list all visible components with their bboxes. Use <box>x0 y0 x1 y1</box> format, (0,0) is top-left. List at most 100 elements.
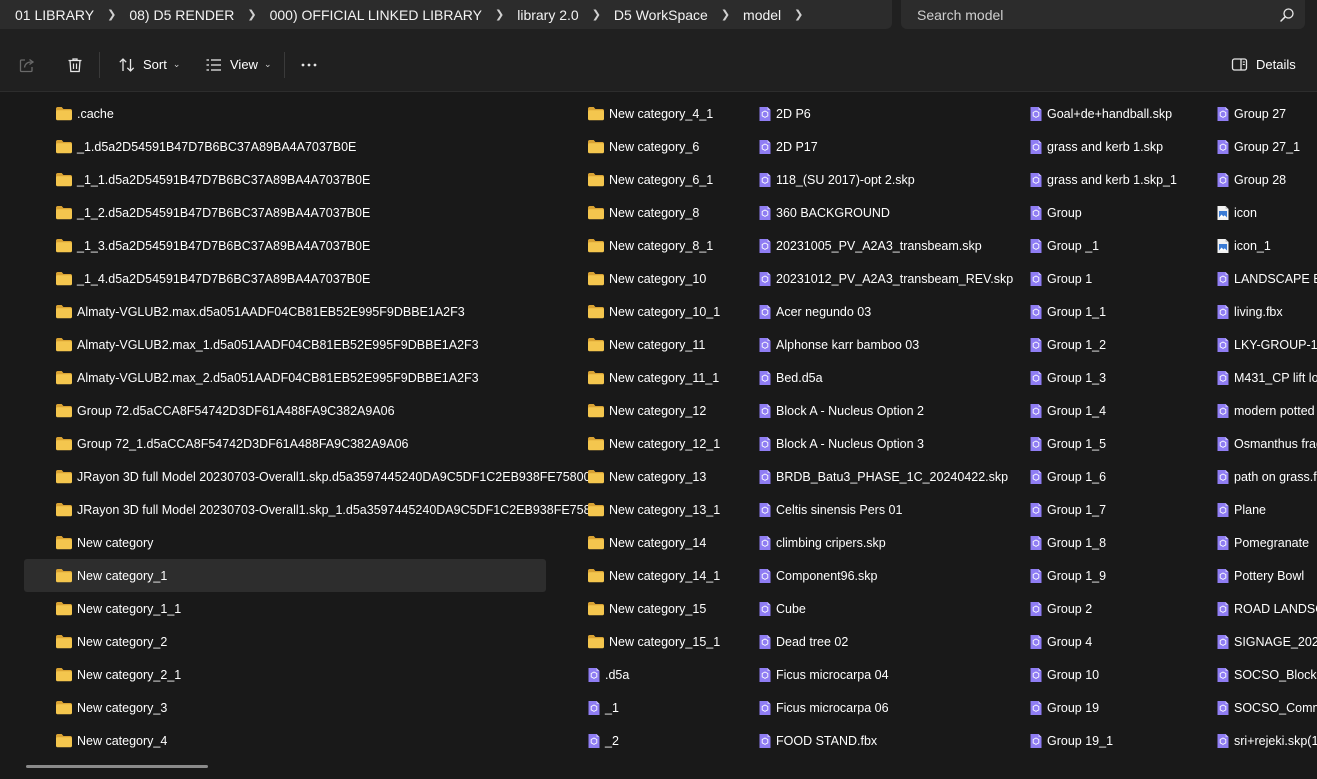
folder-item[interactable]: New category_4 <box>24 724 546 757</box>
file-item[interactable]: FOOD STAND.fbx <box>728 724 993 757</box>
file-item[interactable]: 20231005_PV_A2A3_transbeam.skp <box>728 229 993 262</box>
file-item[interactable]: Goal+de+handball.skp <box>999 97 1179 130</box>
chevron-right-icon[interactable]: ❯ <box>103 8 120 21</box>
folder-item[interactable]: Almaty-VGLUB2.max_1.d5a051AADF04CB81EB52… <box>24 328 546 361</box>
folder-item[interactable]: New category_1 <box>24 559 546 592</box>
breadcrumb-item-d5-workspace[interactable]: D5 WorkSpace <box>605 7 717 23</box>
file-item[interactable]: Ficus microcarpa 04 <box>728 658 993 691</box>
folder-item[interactable]: New category_14 <box>557 526 722 559</box>
file-item[interactable]: Group 1_2 <box>999 328 1179 361</box>
folder-item[interactable]: _1_4.d5a2D54591B47D7B6BC37A89BA4A7037B0E <box>24 262 546 295</box>
folder-item[interactable]: New category_12 <box>557 394 722 427</box>
file-item[interactable]: modern potted <box>1186 394 1317 427</box>
folder-item[interactable]: _1_3.d5a2D54591B47D7B6BC37A89BA4A7037B0E <box>24 229 546 262</box>
folder-item[interactable]: New category_1_1 <box>24 592 546 625</box>
search-box[interactable] <box>901 0 1305 29</box>
file-item[interactable]: Pomegranate <box>1186 526 1317 559</box>
file-item[interactable]: Group 19 <box>999 691 1179 724</box>
folder-item[interactable]: New category_14_1 <box>557 559 722 592</box>
folder-item[interactable]: New category_3 <box>24 691 546 724</box>
breadcrumb-item-library-2[interactable]: library 2.0 <box>508 7 587 23</box>
folder-item[interactable]: New category_8_1 <box>557 229 722 262</box>
file-item[interactable]: Group 28 <box>1186 163 1317 196</box>
more-options-button[interactable] <box>300 38 318 91</box>
file-item[interactable]: 360 BACKGROUND <box>728 196 993 229</box>
file-item[interactable]: _2 <box>557 724 722 757</box>
chevron-right-icon[interactable]: ❯ <box>491 8 508 21</box>
file-item[interactable]: Group 10 <box>999 658 1179 691</box>
folder-item[interactable]: New category_11 <box>557 328 722 361</box>
folder-item[interactable]: New category_6_1 <box>557 163 722 196</box>
file-item[interactable]: M431_CP lift lob <box>1186 361 1317 394</box>
folder-item[interactable]: _1_2.d5a2D54591B47D7B6BC37A89BA4A7037B0E <box>24 196 546 229</box>
file-item[interactable]: icon <box>1186 196 1317 229</box>
file-item[interactable]: Pottery Bowl <box>1186 559 1317 592</box>
folder-item[interactable]: New category <box>24 526 546 559</box>
file-item[interactable]: sri+rejeki.skp(1) <box>1186 724 1317 757</box>
file-item[interactable]: Group _1 <box>999 229 1179 262</box>
breadcrumb-item-01-library[interactable]: 01 LIBRARY <box>6 7 103 23</box>
folder-item[interactable]: New category_10 <box>557 262 722 295</box>
file-item[interactable]: LKY-GROUP-1 <box>1186 328 1317 361</box>
file-item[interactable]: SIGNAGE_20240 <box>1186 625 1317 658</box>
folder-item[interactable]: New category_13_1 <box>557 493 722 526</box>
file-item[interactable]: BRDB_Batu3_PHASE_1C_20240422.skp <box>728 460 1008 493</box>
folder-item[interactable]: New category_6 <box>557 130 722 163</box>
file-item[interactable]: Group 1_6 <box>999 460 1179 493</box>
folder-item[interactable]: New category_8 <box>557 196 722 229</box>
chevron-right-icon[interactable]: ❯ <box>790 8 807 21</box>
folder-item[interactable]: New category_10_1 <box>557 295 722 328</box>
delete-button[interactable] <box>66 38 84 91</box>
file-item[interactable]: Group 1_3 <box>999 361 1179 394</box>
folder-item[interactable]: New category_15 <box>557 592 722 625</box>
share-button[interactable] <box>18 38 36 91</box>
folder-item[interactable]: New category_15_1 <box>557 625 722 658</box>
folder-item[interactable]: New category_11_1 <box>557 361 722 394</box>
folder-item[interactable]: New category_12_1 <box>557 427 722 460</box>
file-item[interactable]: Group <box>999 196 1179 229</box>
horizontal-scrollbar[interactable] <box>26 765 208 768</box>
file-item[interactable]: LANDSCAPE BA <box>1186 262 1317 295</box>
file-item[interactable]: SOCSO_Block A <box>1186 658 1317 691</box>
file-item[interactable]: Celtis sinensis Pers 01 <box>728 493 993 526</box>
folder-item[interactable]: New category_4_1 <box>557 97 722 130</box>
file-item[interactable]: Group 19_1 <box>999 724 1179 757</box>
file-item[interactable]: SOCSO_Comme <box>1186 691 1317 724</box>
file-item[interactable]: Block A - Nucleus Option 2 <box>728 394 993 427</box>
file-item[interactable]: living.fbx <box>1186 295 1317 328</box>
file-item[interactable]: Component96.skp <box>728 559 993 592</box>
file-item[interactable]: 118_(SU 2017)-opt 2.skp <box>728 163 993 196</box>
file-item[interactable]: Group 1_8 <box>999 526 1179 559</box>
search-input[interactable] <box>915 5 1279 24</box>
folder-item[interactable]: JRayon 3D full Model 20230703-Overall1.s… <box>24 460 591 493</box>
file-item[interactable]: Alphonse karr bamboo 03 <box>728 328 993 361</box>
file-item[interactable]: ROAD LANDSCA <box>1186 592 1317 625</box>
file-item[interactable]: Osmanthus frag <box>1186 427 1317 460</box>
file-item[interactable]: path on grass.fb <box>1186 460 1317 493</box>
chevron-right-icon[interactable]: ❯ <box>717 8 734 21</box>
file-item[interactable]: 20231012_PV_A2A3_transbeam_REV.skp <box>728 262 1013 295</box>
folder-item[interactable]: _1_1.d5a2D54591B47D7B6BC37A89BA4A7037B0E <box>24 163 546 196</box>
file-item[interactable]: icon_1 <box>1186 229 1317 262</box>
folder-item[interactable]: New category_2 <box>24 625 546 658</box>
file-item[interactable]: climbing cripers.skp <box>728 526 993 559</box>
folder-item[interactable]: _1.d5a2D54591B47D7B6BC37A89BA4A7037B0E <box>24 130 546 163</box>
details-button[interactable]: Details <box>1231 38 1296 91</box>
view-button[interactable]: View ⌄ <box>205 38 272 91</box>
search-icon[interactable] <box>1279 7 1295 23</box>
file-item[interactable]: Group 1_4 <box>999 394 1179 427</box>
file-item[interactable]: Group 1_1 <box>999 295 1179 328</box>
file-item[interactable]: Plane <box>1186 493 1317 526</box>
folder-item[interactable]: Group 72_1.d5aCCA8F54742D3DF61A488FA9C38… <box>24 427 546 460</box>
chevron-right-icon[interactable]: ❯ <box>243 8 260 21</box>
file-item[interactable]: Ficus microcarpa 06 <box>728 691 993 724</box>
file-item[interactable]: Group 1_5 <box>999 427 1179 460</box>
folder-item[interactable]: Almaty-VGLUB2.max_2.d5a051AADF04CB81EB52… <box>24 361 546 394</box>
folder-item[interactable]: New category_2_1 <box>24 658 546 691</box>
folder-item[interactable]: New category_13 <box>557 460 722 493</box>
file-item[interactable]: Block A - Nucleus Option 3 <box>728 427 993 460</box>
file-item[interactable]: Acer negundo 03 <box>728 295 993 328</box>
breadcrumb-item-official-linked-library[interactable]: 000) OFFICIAL LINKED LIBRARY <box>261 7 491 23</box>
file-item[interactable]: _1 <box>557 691 722 724</box>
file-item[interactable]: Group 1_9 <box>999 559 1179 592</box>
